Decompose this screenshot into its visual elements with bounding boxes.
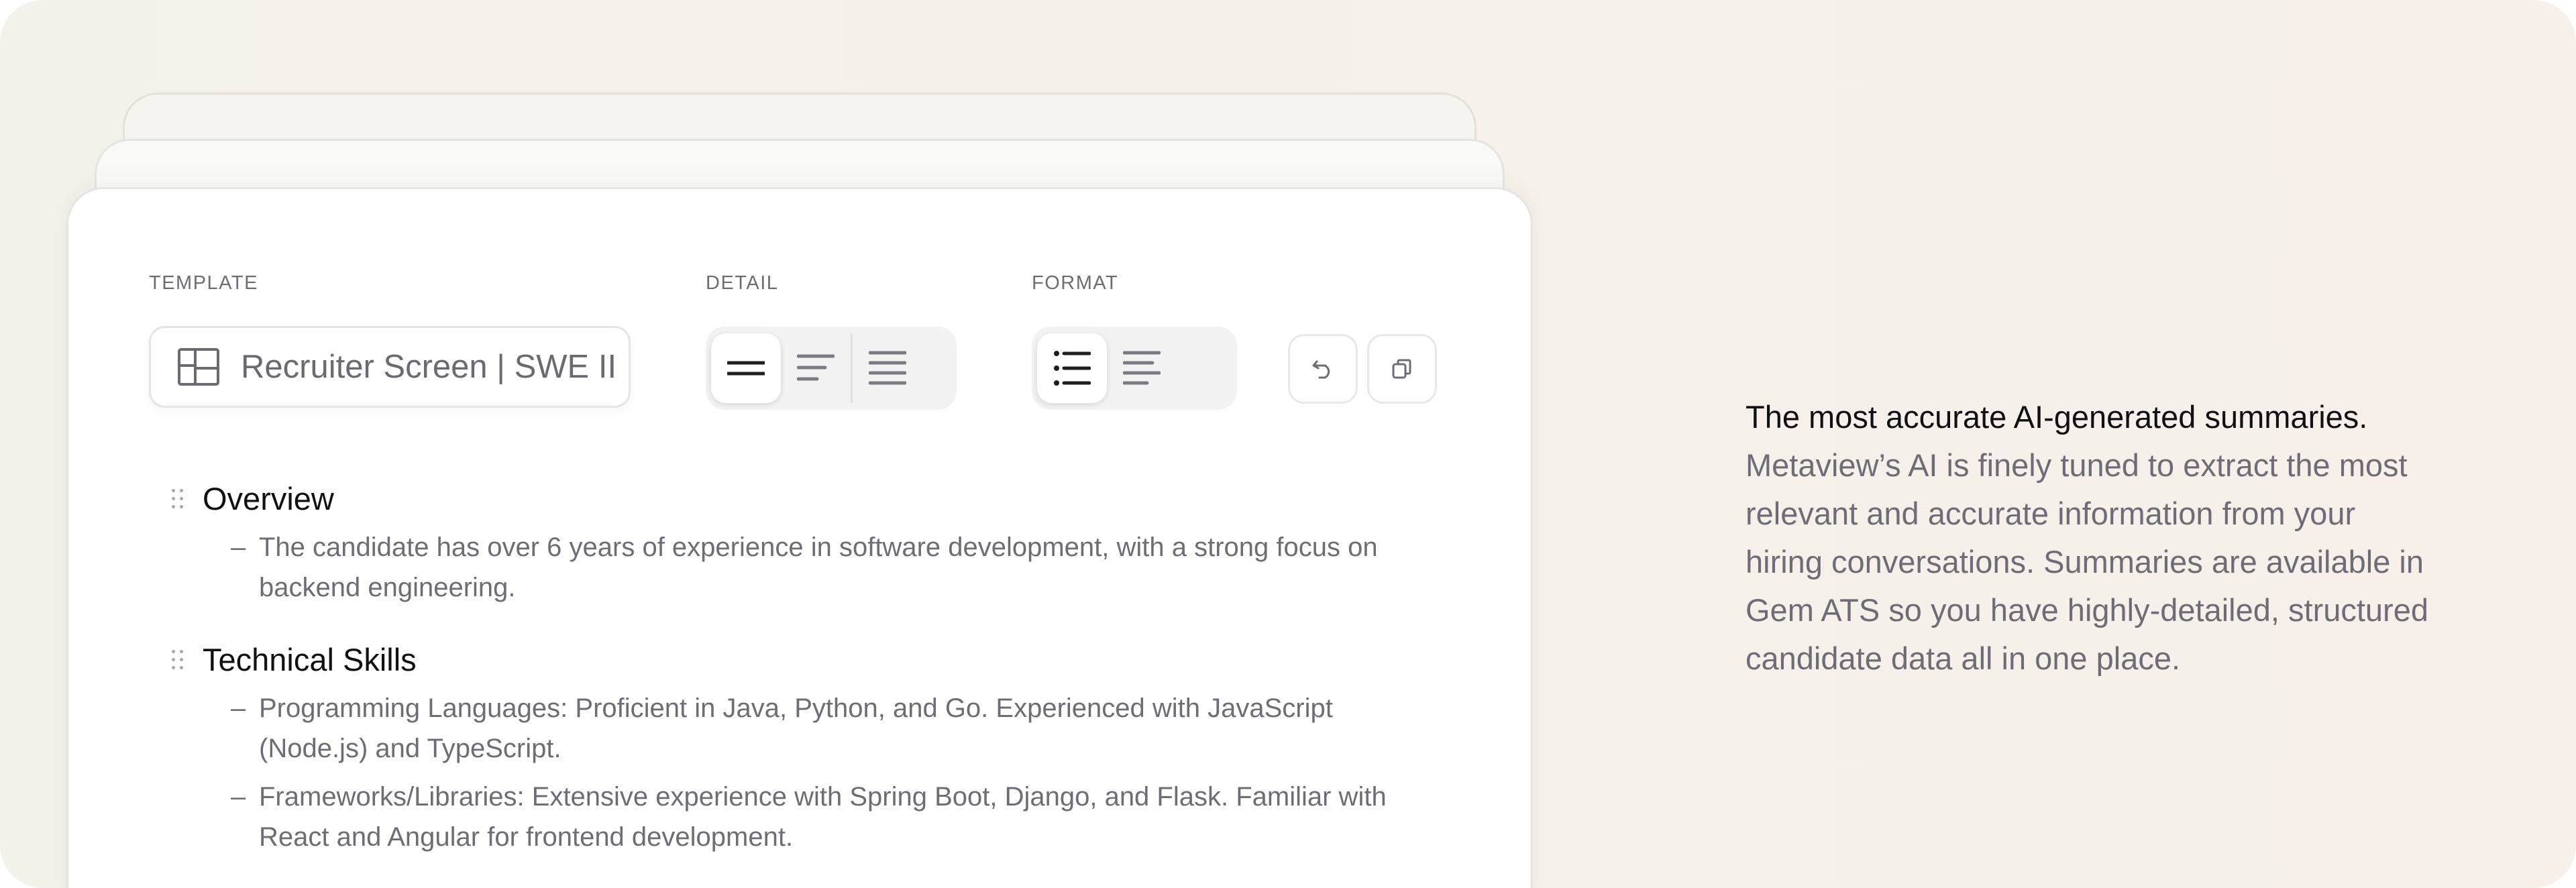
copy-icon [1392,359,1411,379]
feature-headline: The most accurate AI-generated summaries… [1746,399,2368,435]
feature-panel: TEMPLATE DETAIL FORMAT Recruiter Screen … [0,0,2576,888]
detail-short-button[interactable] [711,333,781,403]
summary-bullet: – Programming Languages: Proficient in J… [203,688,1413,769]
feature-body: Metaview’s AI is finely tuned to extract… [1746,447,2428,676]
detail-medium-button[interactable] [781,333,851,403]
summary-bullet: – Frameworks/Libraries: Extensive experi… [203,777,1413,857]
detail-label: DETAIL [706,272,779,294]
summary-card: TEMPLATE DETAIL FORMAT Recruiter Screen … [66,187,1533,888]
template-value: Recruiter Screen | SWE II [241,349,617,385]
detail-toggle-group [706,327,957,410]
undo-icon [1312,360,1330,379]
drag-handle-icon[interactable] [172,489,184,509]
paragraph-icon [1123,351,1161,385]
bullet-marker: – [231,693,246,723]
section-title-text: Overview [203,481,334,516]
detail-long-button[interactable] [853,333,922,403]
format-label: FORMAT [1032,272,1119,294]
undo-button[interactable] [1288,334,1358,404]
template-label: TEMPLATE [149,272,258,294]
format-list-button[interactable] [1037,333,1107,403]
drag-handle-icon[interactable] [172,650,184,670]
section-title: Technical Skills [172,641,1413,679]
section-title: Overview [172,480,1413,518]
format-paragraph-button[interactable] [1107,333,1177,403]
summary-section: Technical Skills – Programming Languages… [172,641,1413,857]
section-title-text: Technical Skills [203,642,417,677]
summary-bullet: – The candidate has over 6 years of expe… [203,527,1413,608]
bullet-marker: – [231,533,246,562]
bullet-text: Frameworks/Libraries: Extensive experien… [259,782,1387,852]
layout-template-icon [178,348,219,386]
bulleted-list-icon [1054,351,1091,386]
feature-description: The most accurate AI-generated summaries… [1746,393,2430,683]
long-lines-icon [869,351,906,385]
summary-section: Overview – The candidate has over 6 year… [172,480,1413,608]
template-select[interactable]: Recruiter Screen | SWE II [149,326,631,408]
medium-lines-icon [797,354,835,381]
bullet-marker: – [231,782,246,812]
short-lines-icon [727,361,765,376]
copy-button[interactable] [1367,334,1437,404]
format-toggle-group [1032,327,1237,410]
bullet-text: The candidate has over 6 years of experi… [259,533,1378,602]
bullet-text: Programming Languages: Proficient in Jav… [259,693,1333,763]
